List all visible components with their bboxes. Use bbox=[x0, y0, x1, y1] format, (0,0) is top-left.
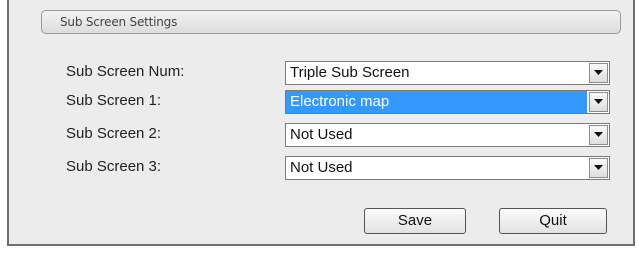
sub-screen-2-value: Not Used bbox=[290, 126, 353, 143]
sub-screen-2-select[interactable]: Not Used bbox=[285, 123, 610, 147]
sub-screen-3-label: Sub Screen 3: bbox=[66, 158, 162, 175]
sub-screen-num-label: Sub Screen Num: bbox=[66, 63, 185, 80]
sub-screen-3-select[interactable]: Not Used bbox=[285, 156, 610, 180]
chevron-down-icon[interactable] bbox=[589, 92, 608, 112]
field-row-sub-screen-2: Sub Screen 2: Not Used bbox=[0, 123, 639, 147]
sub-screen-1-select[interactable]: Electronic map bbox=[285, 90, 610, 114]
sub-screen-2-label: Sub Screen 2: bbox=[66, 125, 162, 142]
sub-screen-1-value: Electronic map bbox=[286, 91, 587, 113]
chevron-down-icon[interactable] bbox=[589, 125, 608, 145]
field-row-sub-screen-1: Sub Screen 1: Electronic map bbox=[0, 90, 639, 114]
quit-button[interactable]: Quit bbox=[499, 208, 607, 234]
chevron-down-icon[interactable] bbox=[589, 63, 608, 83]
field-row-sub-screen-3: Sub Screen 3: Not Used bbox=[0, 156, 639, 180]
sub-screen-3-value: Not Used bbox=[290, 159, 353, 176]
section-title: Sub Screen Settings bbox=[60, 15, 178, 29]
save-button[interactable]: Save bbox=[364, 208, 466, 234]
field-row-sub-screen-num: Sub Screen Num: Triple Sub Screen bbox=[0, 61, 639, 85]
sub-screen-num-value: Triple Sub Screen bbox=[290, 64, 410, 81]
sub-screen-1-label: Sub Screen 1: bbox=[66, 92, 162, 109]
sub-screen-num-select[interactable]: Triple Sub Screen bbox=[285, 61, 610, 85]
chevron-down-icon[interactable] bbox=[589, 158, 608, 178]
section-header: Sub Screen Settings bbox=[41, 10, 621, 34]
